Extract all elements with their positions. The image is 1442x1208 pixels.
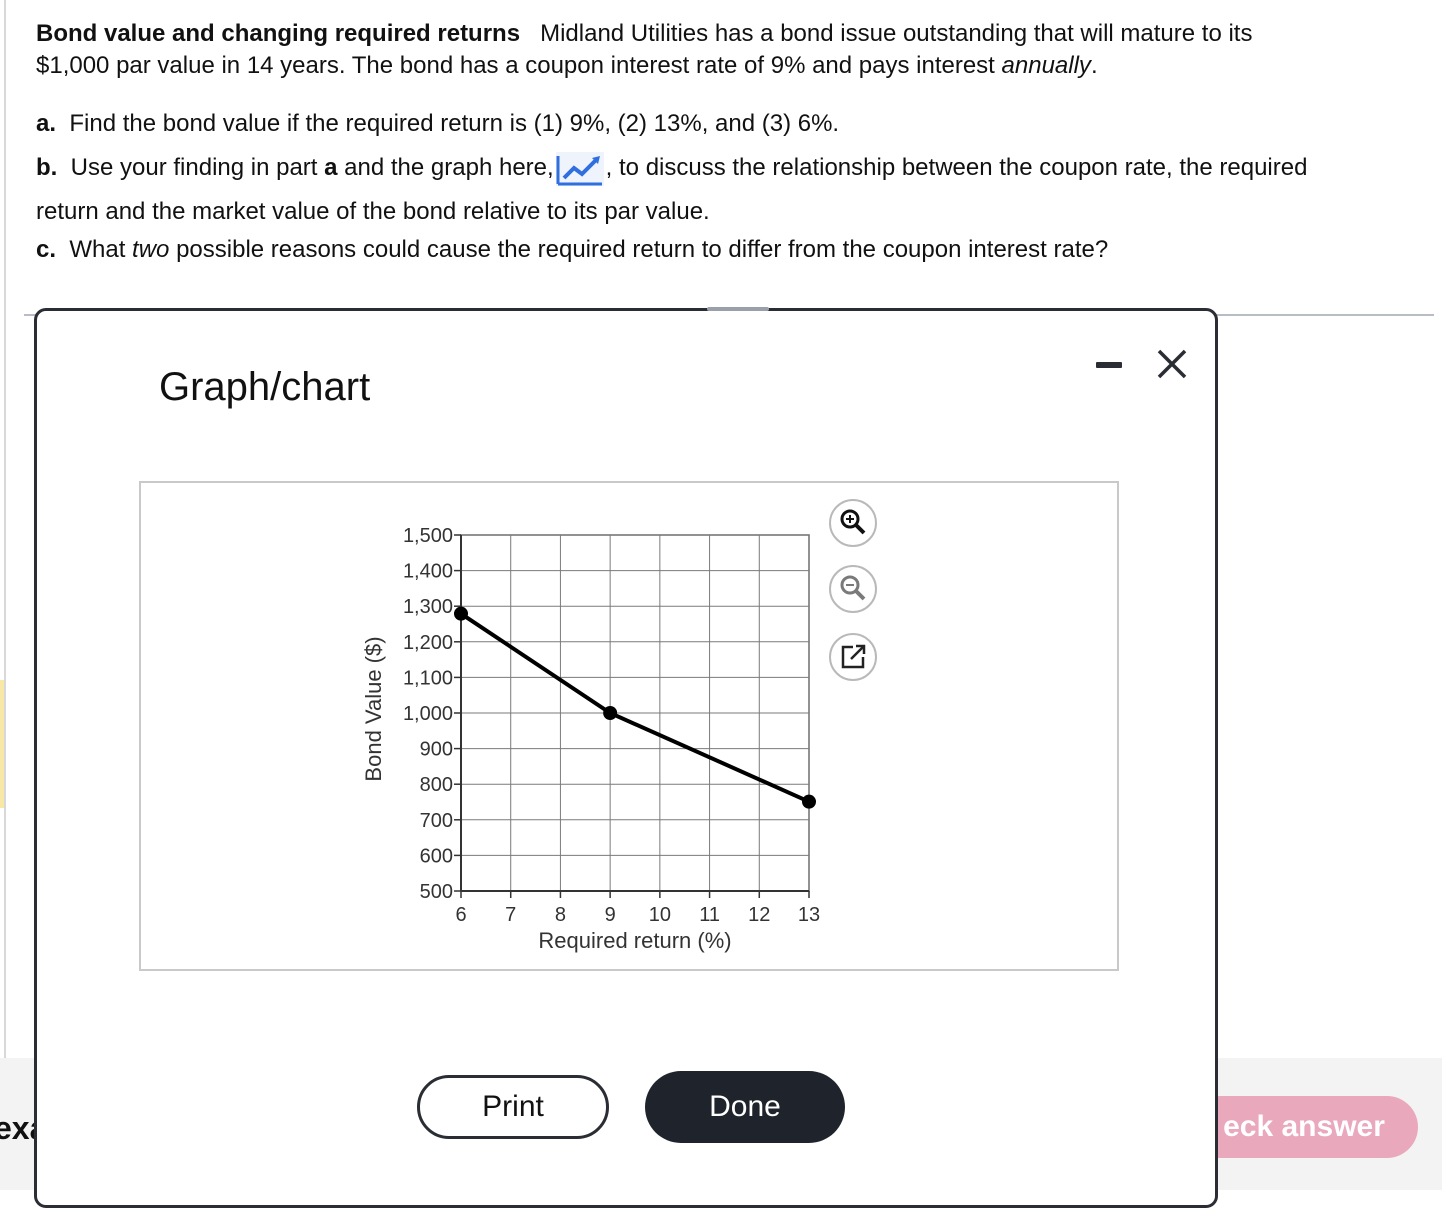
x-tick-label: 6	[455, 904, 466, 926]
left-border	[4, 0, 6, 1060]
x-tick-label: 13	[798, 904, 820, 926]
part-b-text-3: , to discuss the relationship between th…	[605, 154, 1308, 181]
y-tick-label: 1,500	[403, 525, 453, 547]
close-icon[interactable]	[1149, 341, 1195, 387]
y-tick-label: 900	[420, 739, 453, 761]
x-tick-label: 9	[605, 904, 616, 926]
question-part-c: c. What two possible reasons could cause…	[36, 234, 1426, 266]
y-tick-label: 1,000	[403, 703, 453, 725]
part-b-text-1: Use your finding in part	[70, 154, 318, 181]
graph-modal: Graph/chart 6 7 8 9 10 11 12 13 500 600 700 800 900 1…	[34, 307, 1218, 1208]
modal-title: Graph/chart	[159, 365, 371, 409]
y-tick-label: 1,100	[403, 667, 453, 689]
part-b-bold: a	[324, 154, 338, 181]
x-tick-label: 12	[748, 904, 770, 926]
minimize-icon	[1096, 362, 1122, 368]
y-tick-label: 1,400	[403, 561, 453, 583]
part-b-text-2: and the graph here,	[344, 154, 554, 181]
part-c-text-1: What	[69, 236, 126, 263]
y-axis-label: Bond Value ($)	[361, 636, 386, 781]
check-answer-button[interactable]: eck answer	[1190, 1096, 1418, 1158]
print-button[interactable]: Print	[417, 1075, 609, 1139]
x-axis-label: Required return (%)	[538, 928, 731, 953]
x-tick-label: 7	[505, 904, 516, 926]
part-c-text-2: possible reasons could cause the require…	[176, 236, 1109, 263]
y-tick-label: 500	[420, 881, 453, 903]
part-b-label: b.	[36, 154, 58, 181]
zoom-in-icon[interactable]	[827, 497, 879, 549]
intro-emphasis: annually	[1001, 52, 1091, 79]
bond-value-chart: 6 7 8 9 10 11 12 13 500 600 700 800 900 1,000 1,100 1,2…	[361, 525, 820, 953]
done-button[interactable]: Done	[645, 1071, 845, 1143]
intro-line-1: Midland Utilities has a bond issue outst…	[540, 20, 1253, 47]
intro-end: .	[1090, 52, 1098, 79]
data-point	[603, 706, 618, 720]
x-tick-label: 11	[699, 904, 720, 926]
question-text: Bond value and changing required returns…	[36, 18, 1426, 266]
question-part-b: b. Use your finding in part a and the gr…	[36, 146, 1426, 234]
part-c-label: c.	[36, 236, 57, 263]
zoom-out-icon[interactable]	[827, 563, 879, 615]
data-point	[802, 794, 816, 809]
popout-icon[interactable]	[827, 631, 879, 683]
x-tick-label: 8	[555, 904, 566, 926]
y-tick-label: 1,200	[403, 632, 453, 654]
y-tick-label: 600	[420, 845, 453, 867]
part-a-text: Find the bond value if the required retu…	[69, 110, 840, 137]
y-tick-label: 1,300	[403, 596, 453, 618]
intro-line-2: $1,000 par value in 14 years. The bond h…	[36, 52, 995, 79]
x-tick-label: 10	[649, 904, 671, 926]
part-b-text-4: return and the market value of the bond …	[36, 198, 710, 225]
line-chart-icon[interactable]	[555, 151, 604, 186]
data-point	[454, 606, 468, 621]
y-tick-label: 700	[420, 810, 453, 832]
question-intro: Bond value and changing required returns…	[36, 18, 1426, 82]
modal-tab	[707, 307, 769, 311]
question-title: Bond value and changing required returns	[36, 20, 521, 47]
part-c-emphasis: two	[132, 236, 170, 263]
y-tick-label: 800	[420, 774, 453, 796]
chart-frame: 6 7 8 9 10 11 12 13 500 600 700 800 900 1,000 1,100 1,2…	[139, 481, 1119, 971]
left-highlight	[0, 680, 4, 808]
part-a-label: a.	[36, 110, 57, 137]
minimize-button[interactable]	[1089, 345, 1129, 385]
question-part-a: a. Find the bond value if the required r…	[36, 108, 1426, 140]
